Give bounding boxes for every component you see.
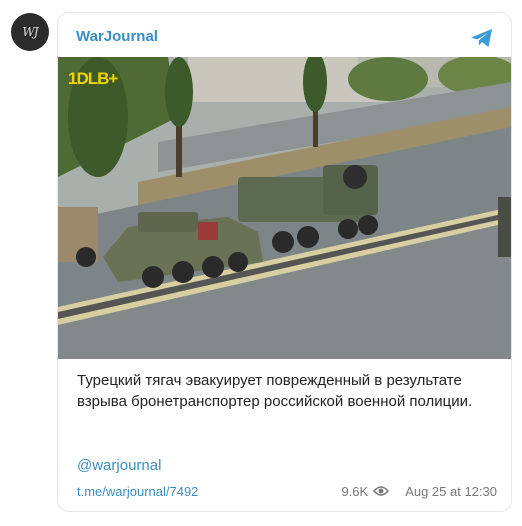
view-count-value: 9.6K bbox=[341, 483, 369, 499]
post-date[interactable]: Aug 25 at 12:30 bbox=[405, 484, 497, 499]
post-link[interactable]: t.me/warjournal/7492 bbox=[77, 484, 198, 499]
image-watermark: 1DLB+ bbox=[68, 69, 118, 88]
channel-name-link[interactable]: WarJournal bbox=[76, 28, 158, 45]
post-image[interactable]: 1DLB+ bbox=[58, 57, 511, 359]
post-text: Турецкий тягач эвакуирует поврежденный в… bbox=[77, 372, 473, 410]
post-footer: t.me/warjournal/7492 9.6K Aug 25 at 12:3… bbox=[77, 483, 497, 499]
avatar-text: WJ bbox=[22, 25, 38, 39]
channel-handle-link[interactable]: @warjournal bbox=[77, 457, 161, 474]
view-count: 9.6K bbox=[341, 484, 399, 499]
telegram-icon[interactable] bbox=[469, 25, 495, 51]
channel-avatar[interactable]: WJ bbox=[11, 13, 49, 51]
armored-vehicles-photo bbox=[58, 57, 511, 359]
eye-icon bbox=[373, 486, 390, 496]
post-card: WarJournal 1DLB+ Турецкий тягач эвакуиру… bbox=[57, 12, 512, 512]
